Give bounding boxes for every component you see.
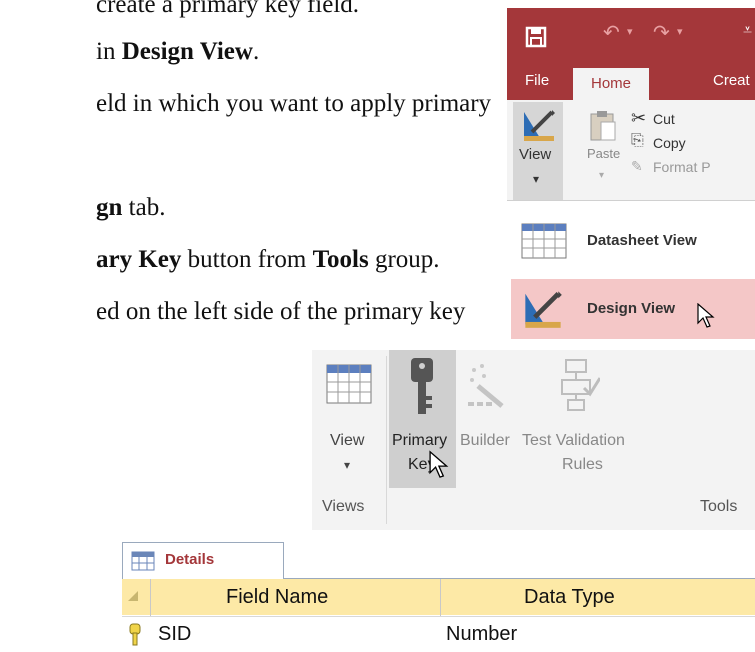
test-validation-rules-button[interactable]: Test Validation Rules bbox=[520, 350, 650, 488]
tab-file[interactable]: File bbox=[525, 72, 549, 89]
cut-label[interactable]: Cut bbox=[653, 111, 675, 127]
home-ribbon: View ▾ Paste ▾ ✂ Cut ⎘ Copy ✎ Format P bbox=[507, 100, 755, 200]
doc-line-3: eld in which you want to apply primary bbox=[96, 89, 491, 119]
doc-text: . bbox=[252, 38, 260, 65]
test-validation-label-line2: Rules bbox=[562, 456, 603, 473]
views-group-label: Views bbox=[322, 498, 365, 515]
table-row[interactable]: SID Number bbox=[122, 616, 755, 652]
doc-bold: Tools bbox=[312, 246, 369, 273]
datasheet-icon bbox=[521, 223, 567, 259]
undo-dropdown-icon[interactable]: ▾ bbox=[627, 25, 633, 38]
view-button[interactable]: View ▾ bbox=[513, 102, 563, 200]
doc-text: eld in which you want to apply primary bbox=[96, 90, 492, 117]
object-tab-label: Details bbox=[165, 551, 215, 568]
menu-label-design-view: Design View bbox=[587, 300, 676, 317]
doc-text: button from bbox=[181, 246, 313, 273]
paste-dropdown-icon: ▾ bbox=[599, 170, 605, 181]
doc-line-6: ed on the left side of the primary key bbox=[96, 297, 465, 327]
redo-icon[interactable]: ↷ bbox=[653, 20, 670, 45]
view-dropdown-icon: ▾ bbox=[533, 172, 540, 186]
undo-icon[interactable]: ↶ bbox=[603, 20, 620, 45]
doc-line-5: ary Key button from Tools group. bbox=[96, 245, 440, 275]
validation-rules-icon bbox=[561, 359, 600, 411]
builder-button[interactable]: Builder bbox=[458, 350, 518, 488]
builder-wand-icon bbox=[468, 364, 504, 408]
test-validation-label-line1: Test Validation bbox=[522, 432, 625, 449]
view-button[interactable]: View ▾ bbox=[318, 350, 384, 488]
paste-icon bbox=[590, 111, 616, 141]
design-view-icon bbox=[525, 291, 562, 328]
column-header-field-name[interactable]: Field Name bbox=[226, 579, 328, 615]
save-icon[interactable] bbox=[525, 26, 547, 48]
redo-dropdown-icon[interactable]: ▾ bbox=[677, 25, 683, 38]
design-ribbon-screenshot: View ▾ Primary Key Builder Test Validati… bbox=[312, 350, 755, 530]
column-header-data-type[interactable]: Data Type bbox=[524, 579, 615, 615]
ribbon-tab-row: File Home Creat bbox=[507, 64, 755, 100]
menu-label-datasheet: Datasheet View bbox=[587, 232, 697, 249]
tab-home[interactable]: Home bbox=[573, 68, 650, 100]
table-header-row: Field Name Data Type bbox=[122, 579, 755, 615]
menu-item-datasheet-view[interactable]: Datasheet View bbox=[511, 211, 755, 271]
key-icon bbox=[411, 358, 433, 414]
doc-bold: gn bbox=[96, 194, 123, 221]
view-menu: Datasheet View Design View bbox=[507, 200, 755, 344]
datasheet-icon bbox=[326, 364, 372, 404]
builder-label: Builder bbox=[460, 432, 510, 449]
doc-line-2: in Design View. bbox=[96, 37, 259, 67]
design-view-icon bbox=[524, 110, 555, 141]
paste-label[interactable]: Paste bbox=[587, 146, 620, 161]
object-tab-strip: Details bbox=[122, 536, 755, 579]
view-label: View bbox=[519, 146, 552, 163]
table-design-screenshot: Details Field Name Data Type SID Number bbox=[122, 536, 755, 652]
primary-key-indicator-icon bbox=[129, 623, 141, 646]
mouse-cursor-icon bbox=[429, 450, 449, 478]
doc-text: create a primary key field. bbox=[96, 0, 360, 18]
object-tab-details[interactable]: Details bbox=[122, 542, 284, 579]
view-label: View bbox=[330, 432, 365, 449]
tab-create[interactable]: Creat bbox=[713, 72, 750, 89]
mouse-cursor-icon bbox=[697, 303, 715, 328]
doc-text: ed on the left side of the primary key bbox=[96, 298, 466, 325]
cut-icon: ✂ bbox=[631, 108, 647, 128]
view-dropdown-icon: ▾ bbox=[344, 458, 351, 472]
cell-field-name[interactable]: SID bbox=[158, 616, 191, 652]
format-painter-icon: ✎ bbox=[631, 158, 643, 174]
doc-bold: ary Key bbox=[96, 246, 182, 273]
select-all-corner[interactable] bbox=[128, 591, 138, 601]
customize-toolbar-icon[interactable]: ⩡ bbox=[743, 22, 752, 40]
doc-text: in bbox=[96, 38, 122, 65]
doc-line-1: create a primary key field. bbox=[96, 0, 359, 20]
table-icon bbox=[131, 551, 155, 571]
menu-item-design-view[interactable]: Design View bbox=[511, 279, 755, 339]
cell-data-type[interactable]: Number bbox=[446, 616, 517, 652]
doc-text: tab. bbox=[122, 194, 166, 221]
primary-key-button[interactable]: Primary Key bbox=[389, 350, 456, 488]
doc-line-4: gn tab. bbox=[96, 193, 165, 223]
doc-bold: Design View bbox=[121, 38, 253, 65]
title-bar: ↶ ▾ ↷ ▾ ⩡ bbox=[507, 8, 755, 64]
primary-key-label-line1: Primary bbox=[392, 432, 448, 449]
format-painter-label[interactable]: Format P bbox=[653, 159, 711, 175]
copy-label[interactable]: Copy bbox=[653, 135, 686, 151]
home-ribbon-screenshot: ↶ ▾ ↷ ▾ ⩡ File Home Creat View ▾ Paste ▾… bbox=[507, 8, 755, 344]
tools-group-label: Tools bbox=[700, 498, 738, 515]
copy-icon: ⎘ bbox=[631, 132, 644, 149]
group-separator bbox=[386, 356, 387, 524]
doc-text: group. bbox=[368, 246, 440, 273]
